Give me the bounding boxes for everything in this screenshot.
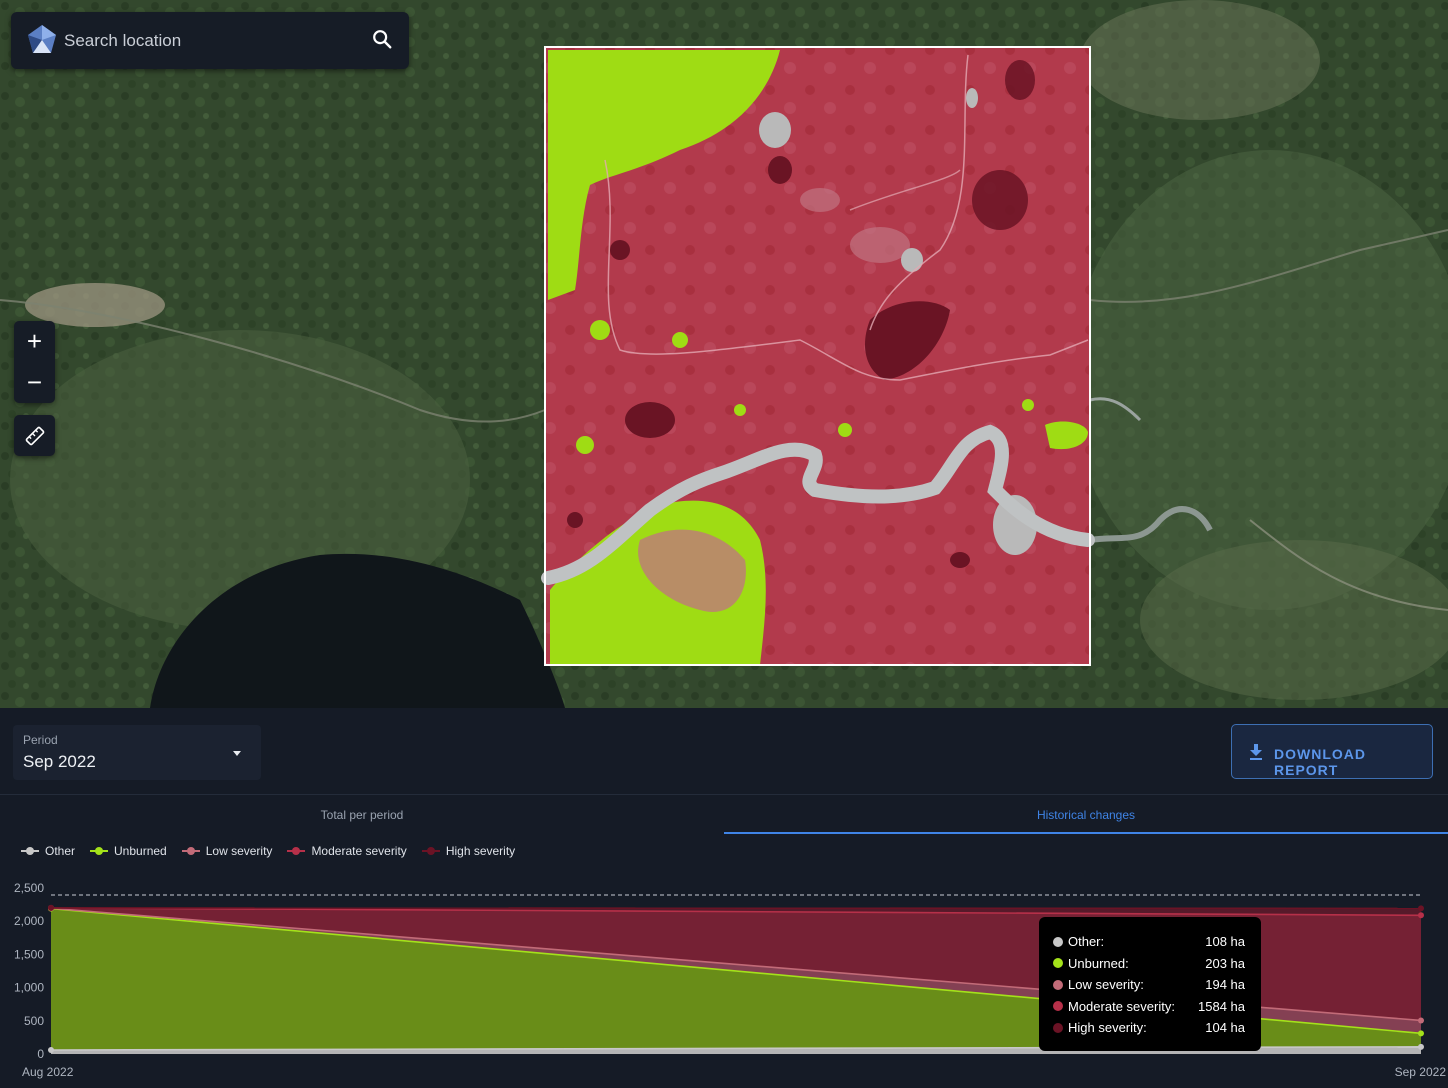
chart-tooltip: Other: 108 ha Unburned: 203 ha Low sever… — [1039, 917, 1261, 1051]
ruler-button[interactable] — [14, 415, 55, 456]
legend-label: High severity — [445, 844, 516, 858]
tooltip-row-high-severity: High severity: 104 ha — [1053, 1017, 1245, 1039]
measure-control — [14, 415, 55, 456]
divider — [0, 794, 1448, 795]
tooltip-row-other: Other: 108 ha — [1053, 931, 1245, 953]
legend-label: Low severity — [205, 844, 273, 858]
tooltip-row-unburned: Unburned: 203 ha — [1053, 953, 1245, 975]
tooltip-name: Low severity: — [1068, 977, 1144, 993]
tooltip-value: 1584 ha — [1198, 998, 1245, 1014]
burn-severity-overlay — [541, 46, 1095, 666]
tab-historical-changes[interactable]: Historical changes — [724, 808, 1448, 822]
tooltip-value: 194 ha — [1205, 977, 1245, 993]
tooltip-dot — [1053, 1001, 1063, 1012]
chart-legend: Other Unburned Low severity Moderate sev… — [20, 844, 515, 858]
tooltip-dot — [1053, 936, 1063, 947]
tooltip-dot — [1053, 1022, 1063, 1033]
period-label: Period — [23, 733, 58, 747]
legend-label: Other — [45, 844, 76, 858]
download-report-label: DOWNLOAD REPORT — [1274, 746, 1366, 778]
legend-marker — [421, 847, 440, 855]
tooltip-dot — [1053, 958, 1063, 969]
zoom-out-button[interactable]: − — [14, 362, 55, 403]
tooltip-row-moderate-severity: Moderate severity: 1584 ha — [1053, 996, 1245, 1018]
period-select[interactable]: Period Sep 2022 — [13, 725, 261, 780]
map-view[interactable]: Search location + − — [0, 0, 1448, 708]
ruler-icon — [25, 426, 44, 445]
legend-marker — [21, 847, 39, 855]
period-value: Sep 2022 — [23, 752, 96, 771]
tab-total-per-period[interactable]: Total per period — [0, 808, 724, 822]
tooltip-value: 203 ha — [1205, 955, 1245, 971]
zoom-controls: + − — [14, 321, 55, 403]
legend-marker — [181, 847, 200, 855]
search-bar[interactable]: Search location — [11, 12, 409, 69]
tooltip-dot — [1053, 979, 1063, 990]
legend-marker — [287, 847, 306, 855]
tooltip-value: 108 ha — [1205, 934, 1245, 950]
download-icon — [1250, 744, 1262, 760]
search-icon[interactable] — [371, 28, 393, 50]
caret-down-icon — [233, 751, 241, 756]
legend-item-other[interactable]: Other — [20, 844, 75, 858]
tooltip-row-low-severity: Low severity: 194 ha — [1053, 974, 1245, 996]
legend-item-unburned[interactable]: Unburned — [89, 844, 167, 858]
active-tab-indicator — [724, 832, 1448, 834]
tooltip-name: Moderate severity: — [1068, 998, 1175, 1014]
legend-item-low-severity[interactable]: Low severity — [181, 844, 273, 858]
legend-marker — [90, 847, 109, 855]
tooltip-name: High severity: — [1068, 1020, 1147, 1036]
tooltip-name: Unburned: — [1068, 955, 1129, 971]
search-input[interactable]: Search location — [64, 31, 181, 51]
download-report-button[interactable]: DOWNLOAD REPORT — [1231, 724, 1433, 779]
legend-item-high-severity[interactable]: High severity — [421, 844, 515, 858]
zoom-in-button[interactable]: + — [14, 321, 55, 362]
legend-label: Moderate severity — [311, 844, 407, 858]
app-logo-icon — [28, 25, 56, 53]
tooltip-name: Other: — [1068, 934, 1105, 950]
legend-label: Unburned — [114, 844, 167, 858]
satellite-map — [0, 0, 1448, 708]
legend-item-moderate-severity[interactable]: Moderate severity — [286, 844, 407, 858]
tooltip-value: 104 ha — [1205, 1020, 1245, 1036]
